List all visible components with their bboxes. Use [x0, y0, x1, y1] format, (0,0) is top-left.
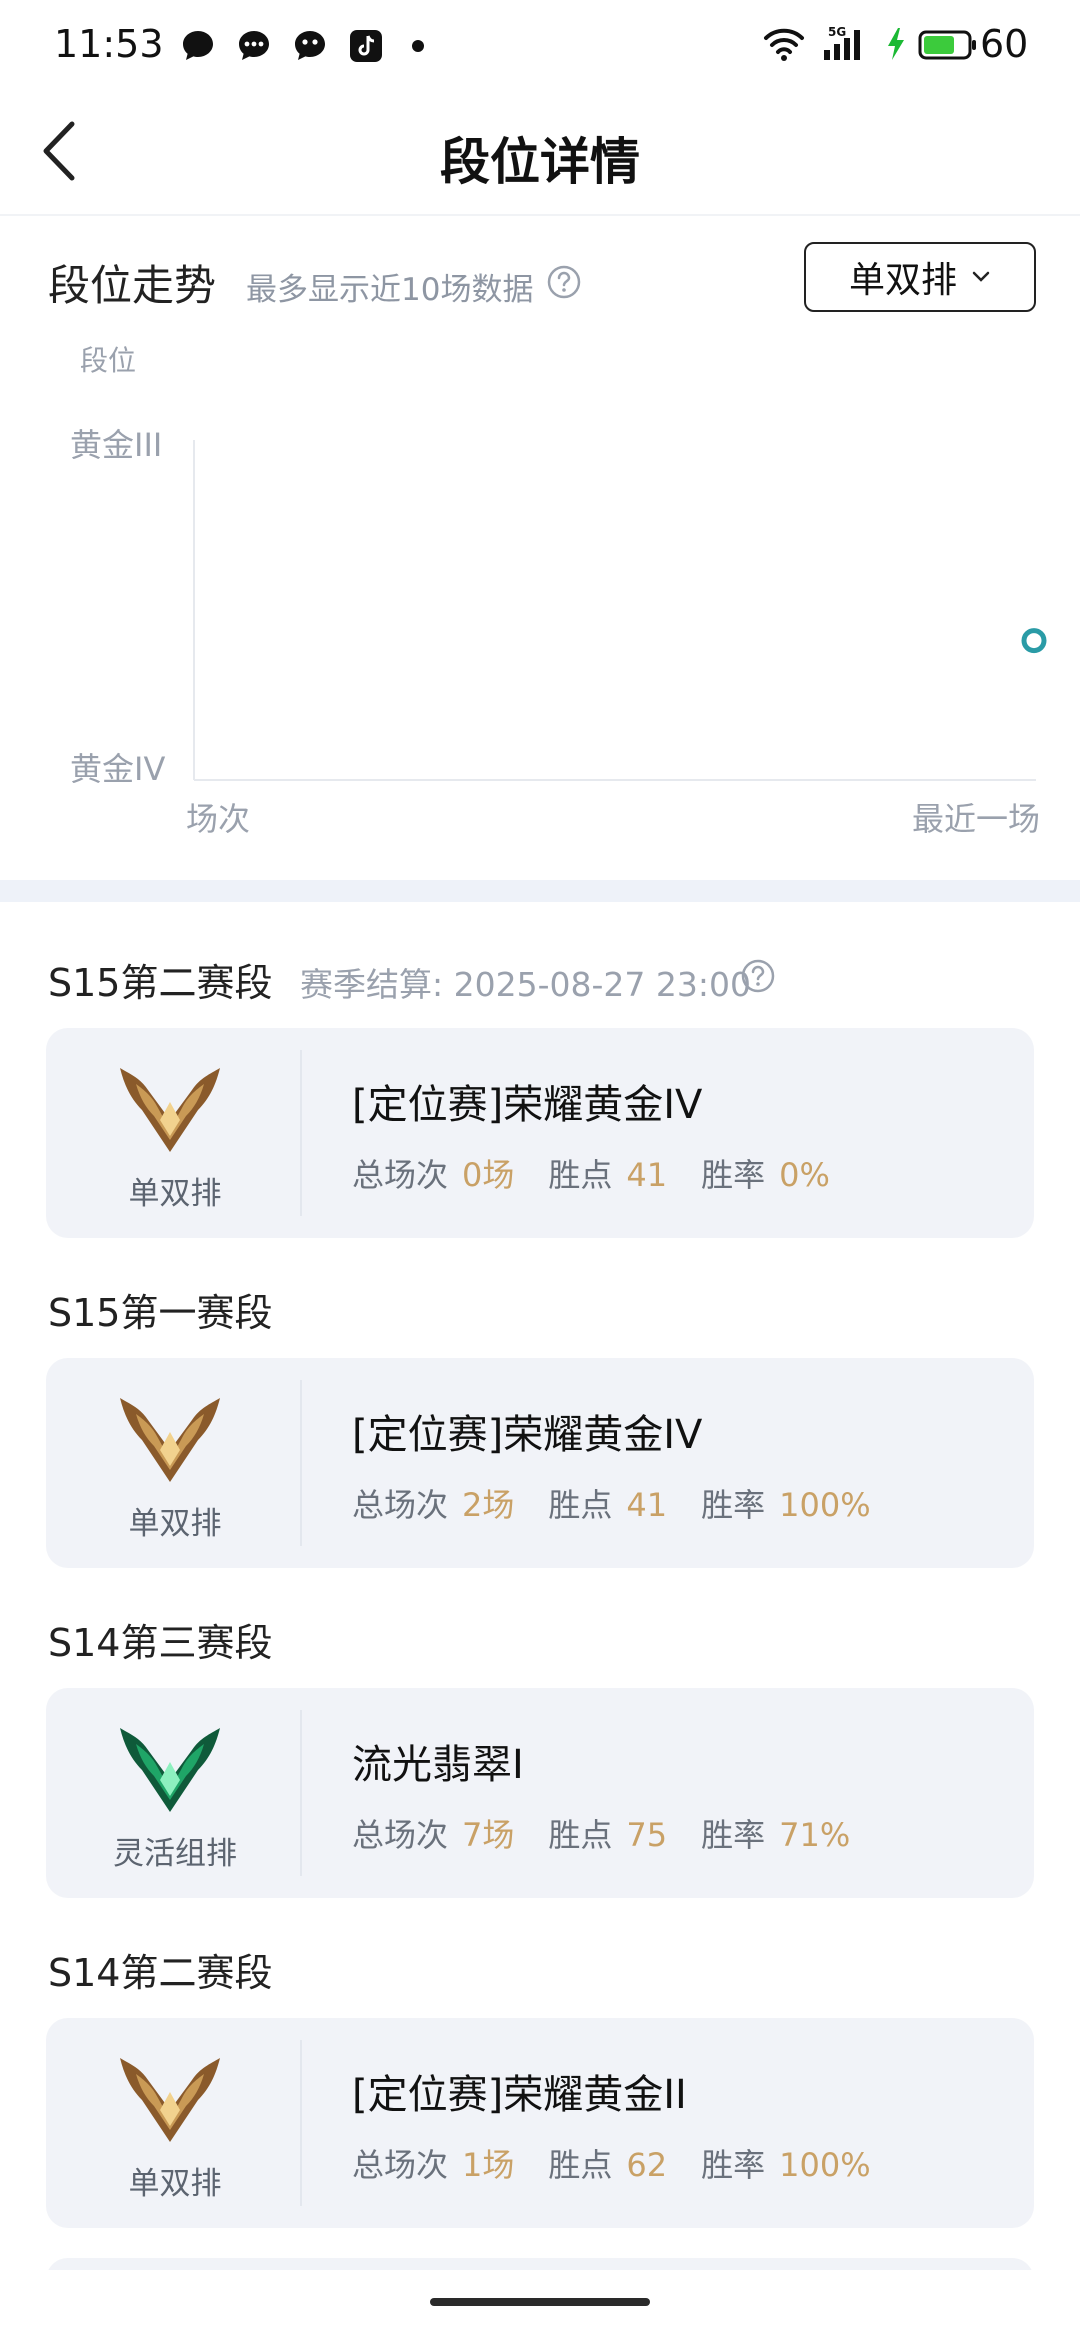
card-divider [300, 2040, 302, 2206]
games-value: 1场 [462, 2146, 515, 2184]
help-icon[interactable] [740, 958, 776, 994]
winrate-value: 0% [779, 1156, 830, 1194]
winrate-label: 胜率 [701, 1816, 766, 1854]
season-heading: S14第三赛段 [48, 1621, 273, 1665]
card-divider [300, 1050, 302, 1216]
message-icon [239, 31, 269, 60]
rank-trend-svg: 段位 黄金III 黄金IV 场次 最近一场 [70, 344, 1047, 838]
x-axis-label: 场次 [186, 800, 250, 838]
network-label: 5G [828, 25, 846, 39]
points-label: 胜点 [548, 1156, 613, 1194]
gold-emblem-icon [120, 2058, 220, 2142]
points-label: 胜点 [548, 1486, 613, 1524]
season-heading: S15第二赛段 [48, 961, 273, 1005]
queue-type: 灵活组排 [113, 1836, 237, 1872]
chevron-down-icon [972, 271, 990, 282]
games-value: 0场 [462, 1156, 515, 1194]
x-end-label: 最近一场 [912, 800, 1040, 838]
points-value: 75 [626, 1816, 668, 1854]
winrate-value: 100% [779, 2146, 871, 2184]
y-axis-label: 段位 [80, 344, 136, 377]
tiktok-icon [350, 30, 382, 62]
wifi-icon [764, 28, 804, 61]
trend-subtitle: 最多显示近10场数据 [246, 272, 534, 308]
help-icon[interactable] [546, 264, 582, 300]
winrate-label: 胜率 [701, 1156, 766, 1194]
home-indicator[interactable] [430, 2298, 650, 2306]
trend-point[interactable] [1021, 628, 1047, 654]
charging-icon [888, 28, 904, 60]
card-divider [300, 1710, 302, 1876]
y-tick-bottom: 黄金IV [70, 750, 165, 788]
dot-icon [412, 40, 424, 52]
winrate-label: 胜率 [701, 1486, 766, 1524]
winrate-value: 71% [779, 1816, 851, 1854]
rank-name: [定位赛]荣耀黄金IV [352, 1082, 703, 1128]
games-label: 总场次 [352, 1486, 449, 1524]
rank-name: 流光翡翠I [352, 1742, 524, 1788]
wechat-icon [295, 31, 325, 60]
points-value: 62 [626, 2146, 668, 2184]
points-label: 胜点 [548, 1816, 613, 1854]
season-stats: 总场次 0场 胜点 41 胜率 0% [352, 1150, 830, 1196]
section-divider [0, 880, 1080, 902]
battery-level: 60 [980, 22, 1029, 66]
games-value: 7场 [462, 1816, 515, 1854]
queue-type: 单双排 [128, 1176, 222, 1212]
season-heading: S15第一赛段 [48, 1291, 273, 1335]
queue-select-label: 单双排 [848, 260, 957, 301]
season-settlement: 赛季结算: 2025-08-27 23:00 [300, 965, 751, 1004]
chat-bubble-icon [183, 31, 213, 60]
season-card[interactable]: 单双排 [定位赛]荣耀黄金IV 总场次 2场 胜点 41 胜率 100% [46, 1358, 1034, 1568]
page-title: 段位详情 [440, 133, 640, 191]
winrate-label: 胜率 [701, 2146, 766, 2184]
queue-type: 单双排 [128, 1506, 222, 1542]
games-label: 总场次 [352, 1156, 449, 1194]
rank-name: [定位赛]荣耀黄金II [352, 2072, 687, 2118]
emerald-emblem-icon [120, 1728, 220, 1812]
y-tick-top: 黄金III [70, 426, 162, 464]
trend-title: 段位走势 [48, 261, 217, 310]
points-value: 41 [626, 1156, 668, 1194]
top-bar: 段位详情 [0, 92, 1080, 216]
queue-type: 单双排 [128, 2166, 222, 2202]
games-value: 2场 [462, 1486, 515, 1524]
season-card[interactable]: 灵活组排 流光翡翠I 总场次 7场 胜点 75 胜率 71% [46, 1688, 1034, 1898]
queue-select[interactable]: 单双排 [804, 242, 1036, 312]
gold-emblem-icon [120, 1068, 220, 1152]
trend-points [1021, 628, 1047, 654]
winrate-value: 100% [779, 1486, 871, 1524]
status-bar: 11:53 5G 60 [0, 0, 1080, 92]
season-stats: 总场次 1场 胜点 62 胜率 100% [352, 2140, 871, 2186]
gold-emblem-icon [120, 1398, 220, 1482]
season-card[interactable]: 单双排 [定位赛]荣耀黄金IV 总场次 0场 胜点 41 胜率 0% [46, 1028, 1034, 1238]
games-label: 总场次 [352, 2146, 449, 2184]
battery-icon [918, 30, 976, 60]
status-time: 11:53 [54, 22, 164, 66]
card-divider [300, 1380, 302, 1546]
rank-trend-chart: 段位 黄金III 黄金IV 场次 最近一场 [0, 340, 1080, 860]
games-label: 总场次 [352, 1816, 449, 1854]
points-label: 胜点 [548, 2146, 613, 2184]
season-stats: 总场次 2场 胜点 41 胜率 100% [352, 1480, 871, 1526]
season-card[interactable]: 单双排 [定位赛]荣耀黄金II 总场次 1场 胜点 62 胜率 100% [46, 2018, 1034, 2228]
signal-icon: 5G [824, 25, 860, 60]
season-heading: S14第二赛段 [48, 1951, 273, 1995]
rank-name: [定位赛]荣耀黄金IV [352, 1412, 703, 1458]
season-stats: 总场次 7场 胜点 75 胜率 71% [352, 1810, 850, 1856]
points-value: 41 [626, 1486, 668, 1524]
